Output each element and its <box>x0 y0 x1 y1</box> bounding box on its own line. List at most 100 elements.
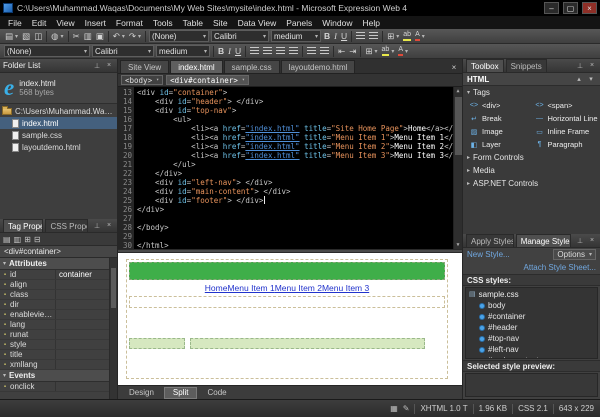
toolbox-item-div[interactable]: <><div> <box>469 99 535 112</box>
browser-preview-icon[interactable]: ◍▾ <box>49 30 65 43</box>
numbering-icon[interactable] <box>367 30 380 43</box>
property-row-title[interactable]: ▪title <box>0 350 117 360</box>
property-row-align[interactable]: ▪align <box>0 280 117 290</box>
font-color-icon[interactable]: A▾ <box>413 30 427 43</box>
tab-apply-styles[interactable]: Apply Styles <box>466 234 514 247</box>
cut-icon[interactable]: ✂ <box>71 30 82 43</box>
file-sample-css[interactable]: sample.css <box>0 129 117 141</box>
font-select[interactable]: Calibri▾ <box>211 30 269 42</box>
show-set-properties-icon[interactable]: ⊞ <box>24 235 31 244</box>
design-nav-link-menu-item-1[interactable]: Menu Item 1 <box>227 283 274 293</box>
close-icon[interactable]: × <box>587 236 597 246</box>
tab-css-properties[interactable]: CSS Properties <box>45 219 88 232</box>
style-application-icon[interactable]: ✎ <box>403 404 410 413</box>
menu-item-tools[interactable]: Tools <box>148 18 178 28</box>
file-index-html[interactable]: index.html <box>0 117 117 129</box>
underline-icon[interactable]: U <box>339 30 349 43</box>
menu-item-help[interactable]: Help <box>357 18 384 28</box>
font-color-icon[interactable]: A▾ <box>396 45 410 58</box>
toolbox-item-span[interactable]: <><span> <box>535 99 600 112</box>
menu-item-data-view[interactable]: Data View <box>233 18 282 28</box>
justify-icon[interactable] <box>287 45 300 58</box>
design-main-content-div[interactable] <box>190 338 425 349</box>
scrollbar-thumb[interactable] <box>455 97 462 155</box>
split-view-button[interactable]: Split <box>164 387 198 399</box>
new-style-link[interactable]: New Style... <box>467 250 510 259</box>
scroll-down-icon[interactable]: ▼ <box>456 241 459 249</box>
property-row-xmllang[interactable]: ▪xmllang <box>0 360 117 370</box>
design-nav-link-menu-item-2[interactable]: Menu Item 2 <box>275 283 322 293</box>
tab-site-view[interactable]: Site View <box>120 60 169 73</box>
toolbox-section-form-controls[interactable]: ▸Form Controls <box>463 151 600 164</box>
toolbox-item-inline-frame[interactable]: ▭Inline Frame <box>535 125 600 138</box>
expand-all-icon[interactable]: ▴ <box>574 74 584 84</box>
bold-icon[interactable]: B <box>322 30 332 43</box>
menu-item-window[interactable]: Window <box>317 18 357 28</box>
toolbox-item-horizontal-line[interactable]: ―Horizontal Line <box>535 112 600 125</box>
highlight-icon[interactable]: ab▾ <box>380 45 397 58</box>
scroll-up-icon[interactable]: ▲ <box>456 87 459 95</box>
tab-layoutdemo-html[interactable]: layoutdemo.html <box>281 60 356 73</box>
close-icon[interactable]: × <box>448 61 460 73</box>
bold-icon[interactable]: B <box>216 45 226 58</box>
align-right-icon[interactable] <box>274 45 287 58</box>
maximize-button[interactable]: ▢ <box>563 2 578 14</box>
bullets-icon[interactable] <box>318 45 331 58</box>
close-icon[interactable]: × <box>104 61 114 71</box>
property-row-id[interactable]: ▪idcontainer <box>0 270 117 280</box>
font-size-select[interactable]: medium▾ <box>271 30 321 42</box>
tab-index-html[interactable]: index.html <box>170 60 222 73</box>
show-alphabetized-icon[interactable]: ▥ <box>14 235 22 244</box>
numbering-icon[interactable] <box>305 45 318 58</box>
tag-chip-body[interactable]: <body>▾ <box>121 75 163 85</box>
show-categorized-icon[interactable]: ▤ <box>3 235 11 244</box>
style-rule-left-nav[interactable]: #left-nav <box>466 344 597 355</box>
design-nav-link-home[interactable]: Home <box>205 283 228 293</box>
menu-item-view[interactable]: View <box>51 18 79 28</box>
align-center-icon[interactable] <box>261 45 274 58</box>
property-row-style[interactable]: ▪style <box>0 340 117 350</box>
code-view-button[interactable]: Code <box>198 387 235 399</box>
pin-icon[interactable]: ⊥ <box>575 236 585 246</box>
align-left-icon[interactable] <box>248 45 261 58</box>
toolbox-item-image[interactable]: ▨Image <box>469 125 535 138</box>
property-row-runat[interactable]: ▪runat <box>0 330 117 340</box>
tag-chip-div-container[interactable]: <div#container>▾ <box>166 75 249 85</box>
pin-icon[interactable]: ⊥ <box>92 61 102 71</box>
font-select-formatting[interactable]: Calibri▾ <box>92 45 154 57</box>
bullets-icon[interactable] <box>354 30 367 43</box>
copy-icon[interactable]: ▥ <box>82 30 94 43</box>
options-button[interactable]: Options ▾ <box>553 249 596 260</box>
paste-icon[interactable]: ▣ <box>94 30 106 43</box>
property-row-onclick[interactable]: ▪onclick <box>0 382 117 392</box>
menu-item-table[interactable]: Table <box>178 18 208 28</box>
close-icon[interactable]: × <box>104 221 114 231</box>
decrease-indent-icon[interactable]: ⇤ <box>336 45 347 58</box>
section-attributes[interactable]: ▾Attributes <box>0 258 117 270</box>
outside-borders-icon[interactable]: ⊞▾ <box>363 45 379 58</box>
toolbox-section-media[interactable]: ▸Media <box>463 164 600 177</box>
visual-aids-icon[interactable]: ▦ <box>390 404 398 413</box>
tab-sample-css[interactable]: sample.css <box>224 60 280 73</box>
close-icon[interactable]: × <box>587 61 597 71</box>
font-size-select-formatting[interactable]: medium▾ <box>156 45 210 57</box>
folder-tree-root[interactable]: C:\Users\Muhammad.Waqas\Documents\M <box>0 105 117 117</box>
properties-scrollbar[interactable] <box>109 258 117 399</box>
design-nav-link-menu-item-3[interactable]: Menu Item 3 <box>322 283 369 293</box>
redo-icon[interactable]: ↷▾ <box>127 30 143 43</box>
tab-snippets[interactable]: Snippets <box>506 59 547 72</box>
increase-indent-icon[interactable]: ⇥ <box>347 45 358 58</box>
undo-icon[interactable]: ↶▾ <box>111 30 127 43</box>
borders-icon[interactable]: ⊞▾ <box>385 30 401 43</box>
style-rule-main-content[interactable]: #main-content <box>466 355 597 359</box>
menu-item-insert[interactable]: Insert <box>80 18 111 28</box>
file-layoutdemo-html[interactable]: layoutdemo.html <box>0 141 117 153</box>
property-row-lang[interactable]: ▪lang <box>0 320 117 330</box>
menu-item-panels[interactable]: Panels <box>281 18 317 28</box>
menu-item-format[interactable]: Format <box>111 18 148 28</box>
style-select[interactable]: (None)▾ <box>149 30 209 42</box>
menu-item-site[interactable]: Site <box>208 18 233 28</box>
show-tag-properties-icon[interactable]: ⊟ <box>34 235 41 244</box>
pin-icon[interactable]: ⊥ <box>575 61 585 71</box>
property-row-dir[interactable]: ▪dir <box>0 300 117 310</box>
